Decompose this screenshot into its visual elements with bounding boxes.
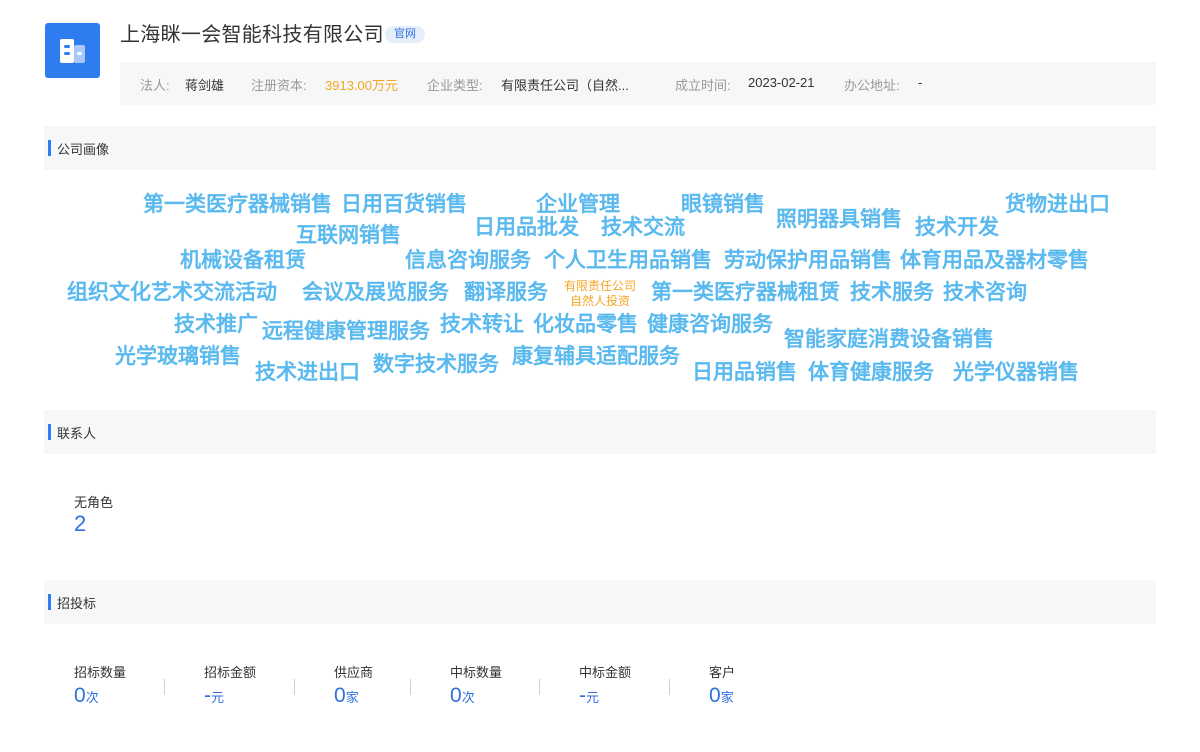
building-icon bbox=[60, 39, 85, 63]
word-cloud-item[interactable]: 智能家庭消费设备销售 bbox=[784, 328, 994, 352]
stat-divider bbox=[410, 679, 411, 695]
word-cloud-item[interactable]: 技术进出口 bbox=[255, 361, 360, 385]
stat-bid-amount: 招标金额 -元 bbox=[204, 662, 256, 708]
address-label: 办公地址: bbox=[844, 78, 900, 93]
stat-value[interactable]: 0 bbox=[74, 684, 86, 707]
word-cloud-item[interactable]: 化妆品零售 bbox=[533, 313, 638, 337]
stat-label: 招标金额 bbox=[204, 665, 257, 680]
stat-divider bbox=[539, 679, 540, 695]
stat-customers: 客户 0家 bbox=[709, 662, 735, 708]
contacts-section-title: 联系人 bbox=[57, 426, 97, 441]
section-accent-bar bbox=[48, 140, 51, 156]
stat-win-count: 中标数量 0次 bbox=[450, 662, 502, 708]
stat-bid-count: 招标数量 0次 bbox=[74, 662, 126, 708]
no-role-label: 无角色 bbox=[74, 495, 114, 510]
stat-value[interactable]: - bbox=[204, 684, 211, 707]
stat-unit: 次 bbox=[85, 690, 99, 705]
word-cloud-item[interactable]: 机械设备租赁 bbox=[180, 249, 306, 273]
stat-value[interactable]: 0 bbox=[450, 684, 462, 707]
word-cloud-item[interactable]: 远程健康管理服务 bbox=[262, 320, 430, 344]
portrait-section-title: 公司画像 bbox=[57, 142, 110, 157]
word-cloud-item[interactable]: 第一类医疗器械租赁 bbox=[651, 281, 840, 305]
stat-label: 中标数量 bbox=[450, 665, 503, 680]
word-cloud-item[interactable]: 技术交流 bbox=[601, 216, 685, 240]
word-cloud-item[interactable]: 光学玻璃销售 bbox=[115, 345, 241, 369]
word-cloud-item[interactable]: 货物进出口 bbox=[1005, 193, 1110, 217]
word-cloud-item[interactable]: 日用品批发 bbox=[474, 216, 579, 240]
stat-suppliers: 供应商 0家 bbox=[334, 662, 373, 708]
business-scope-word-cloud: 第一类医疗器械销售 日用百货销售 企业管理 眼镜销售 照明器具销售 货物进出口 … bbox=[0, 180, 1200, 395]
stat-divider bbox=[164, 679, 165, 695]
word-cloud-item[interactable]: 个人卫生用品销售 bbox=[544, 249, 712, 273]
stat-label: 客户 bbox=[709, 665, 736, 680]
capital-label: 注册资本: bbox=[251, 78, 307, 93]
stat-label: 供应商 bbox=[334, 665, 374, 680]
company-name: 上海眯一会智能科技有限公司 bbox=[120, 24, 384, 46]
address-value: - bbox=[918, 75, 923, 90]
stat-unit: 家 bbox=[720, 690, 734, 705]
word-cloud-item[interactable]: 数字技术服务 bbox=[373, 353, 499, 377]
portrait-section-header: 公司画像 bbox=[44, 126, 1156, 170]
word-cloud-item[interactable]: 技术推广 bbox=[174, 313, 258, 337]
company-info-bar: 法人: 蒋剑雄 注册资本: 3913.00万元 企业类型: 有限责任公司（自然.… bbox=[120, 62, 1156, 105]
word-cloud-item[interactable]: 技术服务 bbox=[850, 281, 934, 305]
word-cloud-item[interactable]: 组织文化艺术交流活动 bbox=[67, 281, 277, 305]
center-label-line1: 有限责任公司 bbox=[563, 279, 636, 293]
stat-value[interactable]: 0 bbox=[709, 684, 721, 707]
capital-value: 3913.00万元 bbox=[325, 78, 398, 93]
word-cloud-item[interactable]: 翻译服务 bbox=[464, 281, 548, 305]
stat-divider bbox=[669, 679, 670, 695]
stat-win-amount: 中标金额 -元 bbox=[579, 662, 631, 708]
word-cloud-item[interactable]: 健康咨询服务 bbox=[647, 313, 773, 337]
bidding-section-title: 招投标 bbox=[57, 596, 97, 611]
word-cloud-item[interactable]: 劳动保护用品销售 bbox=[724, 249, 892, 273]
founded-label: 成立时间: bbox=[675, 78, 731, 93]
bidding-section-header: 招投标 bbox=[44, 580, 1156, 624]
word-cloud-item[interactable]: 日用品销售 bbox=[692, 361, 797, 385]
company-type-center-label: 有限责任公司 自然人投资 bbox=[557, 279, 643, 309]
legal-rep-value[interactable]: 蒋剑雄 bbox=[185, 75, 224, 94]
stat-unit: 元 bbox=[211, 690, 225, 705]
word-cloud-item[interactable]: 技术开发 bbox=[915, 216, 999, 240]
stat-divider bbox=[294, 679, 295, 695]
word-cloud-item[interactable]: 会议及展览服务 bbox=[302, 281, 449, 305]
word-cloud-item[interactable]: 体育健康服务 bbox=[808, 361, 934, 385]
no-role-count[interactable]: 2 bbox=[74, 511, 86, 537]
word-cloud-item[interactable]: 照明器具销售 bbox=[776, 208, 902, 232]
word-cloud-item[interactable]: 眼镜销售 bbox=[681, 193, 765, 217]
word-cloud-item[interactable]: 企业管理 bbox=[536, 193, 620, 217]
stat-unit: 家 bbox=[345, 690, 359, 705]
company-type-value: 有限责任公司（自然... bbox=[501, 78, 629, 93]
word-cloud-item[interactable]: 信息咨询服务 bbox=[405, 249, 531, 273]
word-cloud-item[interactable]: 光学仪器销售 bbox=[953, 361, 1079, 385]
word-cloud-item[interactable]: 互联网销售 bbox=[296, 224, 401, 248]
word-cloud-item[interactable]: 日用百货销售 bbox=[341, 193, 467, 217]
stat-label: 招标数量 bbox=[74, 665, 127, 680]
word-cloud-item[interactable]: 技术咨询 bbox=[943, 281, 1027, 305]
stat-value[interactable]: 0 bbox=[334, 684, 346, 707]
stat-label: 中标金额 bbox=[579, 665, 632, 680]
legal-rep-label: 法人: bbox=[140, 78, 170, 93]
company-type-label: 企业类型: bbox=[427, 78, 483, 93]
word-cloud-item[interactable]: 康复辅具适配服务 bbox=[512, 345, 680, 369]
company-logo bbox=[45, 23, 100, 78]
word-cloud-item[interactable]: 体育用品及器材零售 bbox=[900, 249, 1089, 273]
stat-unit: 次 bbox=[461, 690, 475, 705]
stat-unit: 元 bbox=[586, 690, 600, 705]
founded-value: 2023-02-21 bbox=[748, 75, 815, 90]
section-accent-bar bbox=[48, 594, 51, 610]
center-label-line2: 自然人投资 bbox=[569, 294, 630, 308]
contacts-section-header: 联系人 bbox=[44, 410, 1156, 454]
stat-value[interactable]: - bbox=[579, 684, 586, 707]
word-cloud-item[interactable]: 技术转让 bbox=[440, 313, 524, 337]
section-accent-bar bbox=[48, 424, 51, 440]
official-site-tag[interactable]: 官网 bbox=[385, 26, 425, 43]
word-cloud-item[interactable]: 第一类医疗器械销售 bbox=[143, 193, 332, 217]
